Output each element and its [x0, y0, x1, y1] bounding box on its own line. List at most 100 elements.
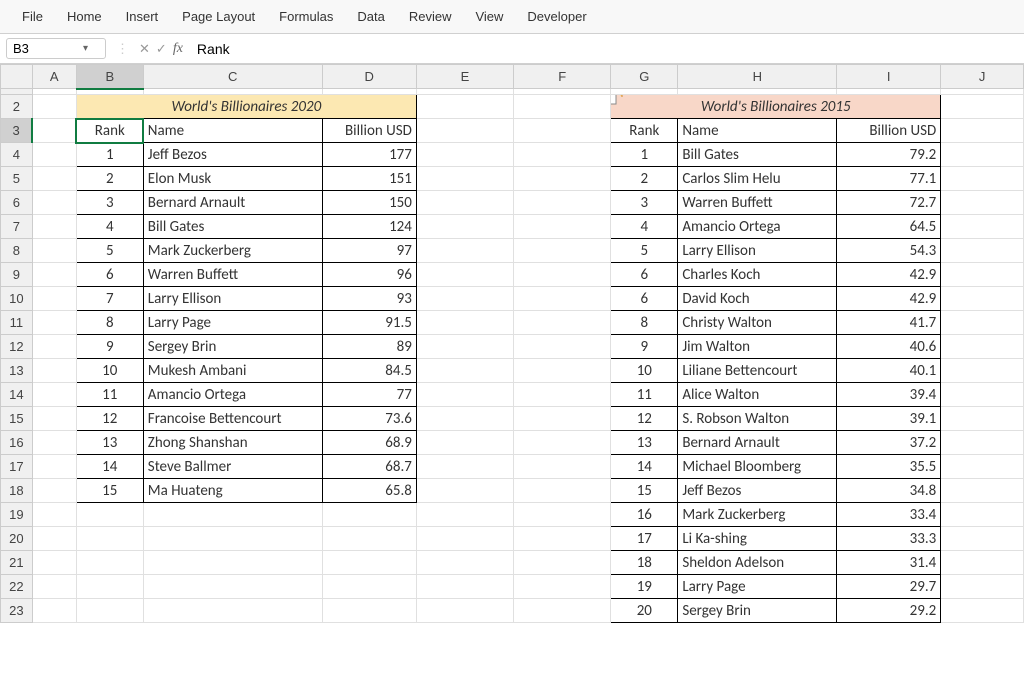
cell-D5[interactable]: 151 — [322, 167, 416, 191]
cell-G12[interactable]: 9 — [611, 335, 678, 359]
cell-E13[interactable] — [416, 359, 513, 383]
cell-A15[interactable] — [32, 407, 76, 431]
row-header-11[interactable]: 11 — [1, 311, 33, 335]
cell-C21[interactable] — [143, 551, 322, 575]
row-header-4[interactable]: 4 — [1, 143, 33, 167]
cell-E8[interactable] — [416, 239, 513, 263]
cell-I11[interactable]: 41.7 — [837, 311, 941, 335]
cell-C8[interactable]: Mark Zuckerberg — [143, 239, 322, 263]
row-header-8[interactable]: 8 — [1, 239, 33, 263]
cell-J4[interactable] — [941, 143, 1024, 167]
cell-H5[interactable]: Carlos Slim Helu — [678, 167, 837, 191]
ribbon-tab-page-layout[interactable]: Page Layout — [180, 6, 257, 27]
cell-B12[interactable]: 9 — [76, 335, 143, 359]
cell-C22[interactable] — [143, 575, 322, 599]
cell-J3[interactable] — [941, 119, 1024, 143]
cell-D12[interactable]: 89 — [322, 335, 416, 359]
cell-E5[interactable] — [416, 167, 513, 191]
cell-A16[interactable] — [32, 431, 76, 455]
column-header-G[interactable]: G — [611, 65, 678, 89]
cell-C7[interactable]: Bill Gates — [143, 215, 322, 239]
cell-H18[interactable]: Jeff Bezos — [678, 479, 837, 503]
cell-C20[interactable] — [143, 527, 322, 551]
row-header-15[interactable]: 15 — [1, 407, 33, 431]
cell-F19[interactable] — [514, 503, 611, 527]
cell-F16[interactable] — [514, 431, 611, 455]
row-header-16[interactable]: 16 — [1, 431, 33, 455]
cell-C14[interactable]: Amancio Ortega — [143, 383, 322, 407]
cell-E9[interactable] — [416, 263, 513, 287]
cell-I15[interactable]: 39.1 — [837, 407, 941, 431]
column-header-E[interactable]: E — [416, 65, 513, 89]
cell-E7[interactable] — [416, 215, 513, 239]
select-all-corner[interactable] — [1, 65, 33, 89]
row-header-17[interactable]: 17 — [1, 455, 33, 479]
row-header-9[interactable]: 9 — [1, 263, 33, 287]
cell-C11[interactable]: Larry Page — [143, 311, 322, 335]
cell-B11[interactable]: 8 — [76, 311, 143, 335]
cell-B5[interactable]: 2 — [76, 167, 143, 191]
cell-J14[interactable] — [941, 383, 1024, 407]
ribbon-tab-home[interactable]: Home — [65, 6, 104, 27]
column-header-J[interactable]: J — [941, 65, 1024, 89]
cell-F8[interactable] — [514, 239, 611, 263]
cell-D16[interactable]: 68.9 — [322, 431, 416, 455]
cell-F23[interactable] — [514, 599, 611, 623]
cell-C5[interactable]: Elon Musk — [143, 167, 322, 191]
cell-A4[interactable] — [32, 143, 76, 167]
cell-F14[interactable] — [514, 383, 611, 407]
ribbon-tab-data[interactable]: Data — [355, 6, 386, 27]
cell-G11[interactable]: 8 — [611, 311, 678, 335]
cell-I17[interactable]: 35.5 — [837, 455, 941, 479]
cell-B6[interactable]: 3 — [76, 191, 143, 215]
cell-I18[interactable]: 34.8 — [837, 479, 941, 503]
cell-E16[interactable] — [416, 431, 513, 455]
cell-H12[interactable]: Jim Walton — [678, 335, 837, 359]
cell-D7[interactable]: 124 — [322, 215, 416, 239]
cell-I8[interactable]: 54.3 — [837, 239, 941, 263]
cell-E22[interactable] — [416, 575, 513, 599]
cell-G16[interactable]: 13 — [611, 431, 678, 455]
row-header-23[interactable]: 23 — [1, 599, 33, 623]
cell-I9[interactable]: 42.9 — [837, 263, 941, 287]
row-header-7[interactable]: 7 — [1, 215, 33, 239]
cell-J9[interactable] — [941, 263, 1024, 287]
cell-C23[interactable] — [143, 599, 322, 623]
cell-A19[interactable] — [32, 503, 76, 527]
cell-H9[interactable]: Charles Koch — [678, 263, 837, 287]
cell-C16[interactable]: Zhong Shanshan — [143, 431, 322, 455]
row-header-19[interactable]: 19 — [1, 503, 33, 527]
cell-J15[interactable] — [941, 407, 1024, 431]
cell-I20[interactable]: 33.3 — [837, 527, 941, 551]
row-header-2[interactable]: 2 — [1, 95, 33, 119]
cell-D3[interactable]: Billion USD — [322, 119, 416, 143]
cell-C19[interactable] — [143, 503, 322, 527]
cell-H21[interactable]: Sheldon Adelson — [678, 551, 837, 575]
cell-H22[interactable]: Larry Page — [678, 575, 837, 599]
cell-I14[interactable]: 39.4 — [837, 383, 941, 407]
cell-F20[interactable] — [514, 527, 611, 551]
cell-D13[interactable]: 84.5 — [322, 359, 416, 383]
cell-D15[interactable]: 73.6 — [322, 407, 416, 431]
cell-H3[interactable]: Name — [678, 119, 837, 143]
cell-J7[interactable] — [941, 215, 1024, 239]
cell-I12[interactable]: 40.6 — [837, 335, 941, 359]
cell-H19[interactable]: Mark Zuckerberg — [678, 503, 837, 527]
cell-F11[interactable] — [514, 311, 611, 335]
cell-G13[interactable]: 10 — [611, 359, 678, 383]
cell-E12[interactable] — [416, 335, 513, 359]
cell-H16[interactable]: Bernard Arnault — [678, 431, 837, 455]
cell-F4[interactable] — [514, 143, 611, 167]
cell-G10[interactable]: 6 — [611, 287, 678, 311]
cell-B19[interactable] — [76, 503, 143, 527]
cell-D21[interactable] — [322, 551, 416, 575]
cell-J12[interactable] — [941, 335, 1024, 359]
cell-D14[interactable]: 77 — [322, 383, 416, 407]
cell-E3[interactable] — [416, 119, 513, 143]
cell-B15[interactable]: 12 — [76, 407, 143, 431]
cell-E23[interactable] — [416, 599, 513, 623]
cell-I7[interactable]: 64.5 — [837, 215, 941, 239]
cell-J6[interactable] — [941, 191, 1024, 215]
cell-E20[interactable] — [416, 527, 513, 551]
cell-H13[interactable]: Liliane Bettencourt — [678, 359, 837, 383]
